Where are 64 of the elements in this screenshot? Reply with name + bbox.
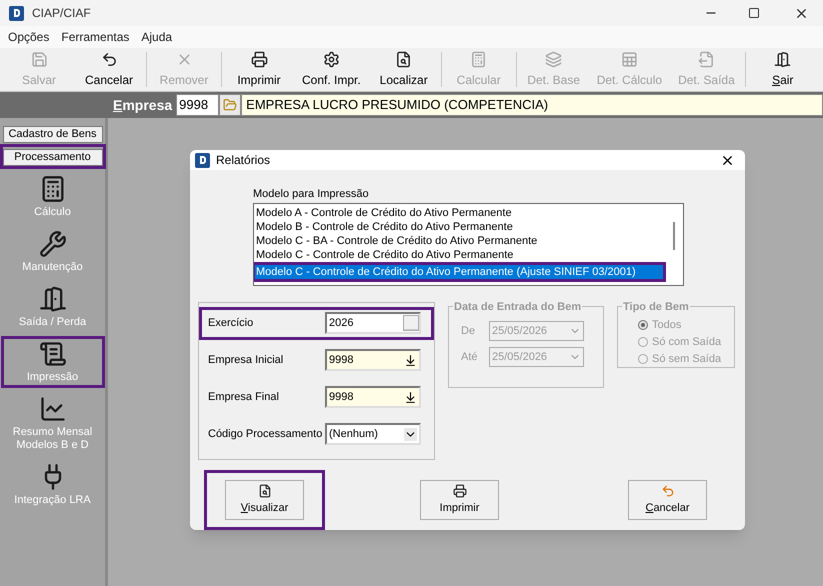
menu-item[interactable]: Opções [8,28,50,46]
printer-icon [250,50,268,68]
company-name-field: EMPRESA LUCRO PRESUMIDO (COMPETENCIA) [241,94,823,116]
line-chart-icon [38,395,66,423]
app-logo-icon [195,152,210,168]
calculator-icon [470,50,488,68]
wrench-icon [38,230,66,258]
document-search-icon [258,484,272,498]
menu-item[interactable]: Ajuda [141,28,172,46]
save-icon [30,50,48,68]
dialog-button[interactable]: Imprimir [420,480,499,520]
dropdown-icon[interactable] [404,428,417,441]
list-item[interactable]: Modelo B - Controle de Crédito do Ativo Permanente [255,220,663,234]
list-label: Modelo para Impressão [253,187,370,202]
sidebar-tab[interactable]: Processamento [2,149,102,166]
layers-icon [545,50,562,68]
scrollbar-thumb[interactable] [673,222,675,250]
company-label: Empresa [113,96,172,115]
model-list[interactable] [253,202,684,286]
undo-icon [660,484,674,498]
menu-item[interactable]: Ferramentas [61,28,130,46]
list-item[interactable]: Modelo C - BA - Controle de Crédito do Ativo Permanente [255,234,663,248]
field-label: Empresa Inicial [208,353,284,368]
undo-icon [100,50,118,68]
radio-label: Todos [652,318,682,333]
toolbar-button[interactable]: Conf. Impr. [294,48,369,91]
lookup-icon[interactable] [404,354,417,367]
list-item[interactable]: Modelo C - Controle de Crédito do Ativo Permanente (Ajuste SINIEF 03/2001) [255,264,663,279]
list-item[interactable]: Modelo C - Controle de Crédito do Ativo Permanente [255,248,663,262]
printer-icon [452,484,466,498]
paper-stack-icon [38,340,66,368]
toolbar-button[interactable]: Cancelar [74,48,144,91]
toolbar-button[interactable]: Sair [748,48,818,91]
document-export-icon [698,50,715,68]
radio-label: Só com Saída [652,334,722,350]
input-field[interactable]: (Nenhum) [325,423,421,446]
field-label: De [461,324,476,339]
toolbar-button[interactable]: Localizar [368,48,439,91]
company-code-field[interactable]: 9998 [176,94,220,116]
window-title: CIAP/CIAF [32,5,91,22]
toolbar-button[interactable]: Imprimir [224,48,294,91]
sidebar-tab[interactable]: Cadastro de Bens [2,126,102,143]
door-icon [38,285,66,313]
spreadsheet-icon [620,50,638,68]
input-field[interactable]: 9998 [325,386,421,408]
dialog-button[interactable]: Cancelar [628,480,707,520]
app-logo-icon [9,6,24,20]
input-field[interactable]: 9998 [325,349,421,372]
open-folder-button[interactable] [219,94,242,116]
dialog-title: Relatórios [216,152,270,170]
lookup-icon[interactable] [404,390,417,404]
field-label: Até [461,350,479,365]
document-search-icon [395,50,412,68]
folder-icon [223,98,238,112]
gear-icon [322,50,340,68]
field-label: Código Processamento [208,427,324,442]
field-label: Exercício [208,316,254,332]
radio-label: Só sem Saída [652,352,722,367]
field-label: Empresa Final [208,390,280,406]
list-item[interactable]: Modelo A - Controle de Crédito do Ativo Permanente [255,206,663,220]
maximize-icon[interactable] [748,7,760,19]
door-icon [774,50,792,68]
dialog-button[interactable]: Visualizar [225,480,304,520]
input-field[interactable]: 2026 [325,312,421,334]
